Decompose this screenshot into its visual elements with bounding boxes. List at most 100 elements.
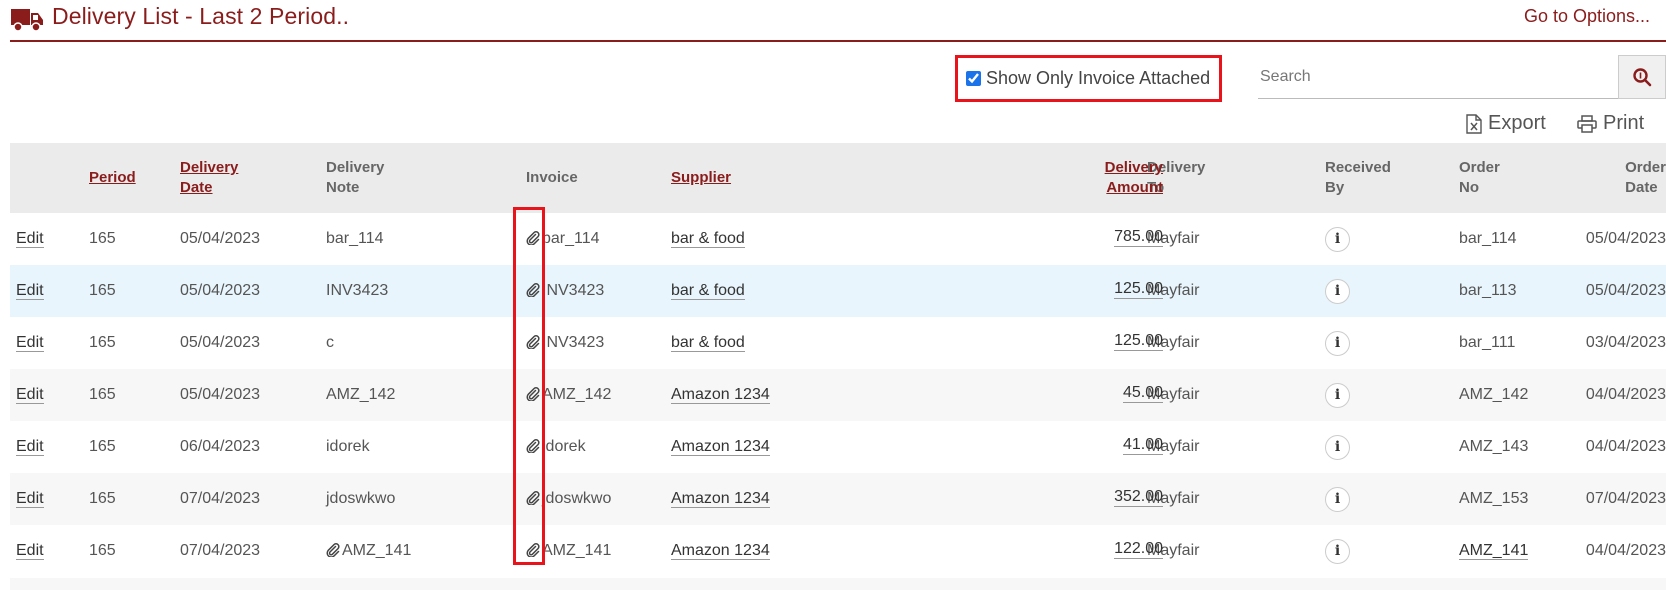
- invoice-cell[interactable]: idorek: [542, 438, 586, 455]
- info-icon[interactable]: i: [1325, 278, 1350, 304]
- invoice-cell[interactable]: AMZ_141: [542, 542, 611, 559]
- col-period-label[interactable]: Period: [89, 169, 136, 186]
- delivery-date-cell: 07/04/2023: [180, 542, 261, 559]
- col-supplier-label[interactable]: Supplier: [671, 169, 731, 186]
- supplier-link[interactable]: bar & food: [671, 230, 745, 248]
- delivery-amount-link[interactable]: 125.00: [1114, 332, 1163, 351]
- table-row[interactable]: Edit 165 05/04/2023 c INV3423 bar & food 125.0…: [10, 317, 1666, 369]
- delivery-amount-link[interactable]: 125.00: [1114, 280, 1163, 299]
- order-date-cell: 05/04/2023: [1585, 282, 1666, 299]
- delivery-amount-link[interactable]: 41.00: [1122, 436, 1163, 455]
- invoice-cell[interactable]: bar_114: [542, 230, 600, 247]
- export-label: Export: [1488, 112, 1546, 134]
- invoice-cell[interactable]: INV3423: [542, 282, 604, 299]
- order-no-cell: bar_113: [1459, 282, 1517, 299]
- edit-link[interactable]: Edit: [16, 386, 44, 404]
- supplier-link[interactable]: Amazon 1234: [671, 438, 770, 456]
- show-only-invoice-label[interactable]: Show Only Invoice Attached: [986, 68, 1210, 89]
- print-label: Print: [1603, 112, 1645, 134]
- table-row[interactable]: Edit 165 07/04/2023 AMZ_141 AMZ_141 Amazon 12…: [10, 525, 1666, 577]
- supplier-link[interactable]: Amazon 1234: [671, 542, 770, 560]
- info-icon[interactable]: i: [1325, 486, 1350, 512]
- delivery-date-cell: 05/04/2023: [180, 230, 261, 247]
- col-order-no-and-date: Order No Order Date: [1459, 143, 1666, 213]
- print-button[interactable]: Print: [1577, 112, 1644, 135]
- col-order-no-label-1: Order: [1459, 159, 1500, 176]
- delivery-amount-link[interactable]: 122.00: [1114, 540, 1163, 559]
- supplier-link[interactable]: bar & food: [671, 282, 745, 300]
- order-no-cell[interactable]: AMZ_141: [1459, 542, 1529, 560]
- delivery-note-cell: bar_114: [326, 230, 384, 247]
- edit-link[interactable]: Edit: [16, 542, 44, 560]
- edit-link[interactable]: Edit: [16, 282, 44, 300]
- export-button[interactable]: Export: [1466, 112, 1546, 135]
- delivery-date-cell: 05/04/2023: [180, 282, 261, 299]
- table-next-row-partial: [10, 578, 1666, 590]
- table-row[interactable]: Edit 165 06/04/2023 idorek idorek Amazon 1234…: [10, 421, 1666, 473]
- col-delivery-amount[interactable]: Delivery Amount: [971, 143, 1163, 213]
- period-cell: 165: [89, 334, 116, 351]
- order-no-cell: bar_111: [1459, 334, 1516, 351]
- search-input[interactable]: [1258, 55, 1618, 99]
- col-received-by-label-2: By: [1325, 179, 1345, 196]
- paperclip-icon: [526, 283, 540, 297]
- col-delivery-note-label-2: Note: [326, 179, 360, 196]
- delivery-date-cell: 07/04/2023: [180, 490, 261, 507]
- paperclip-icon: [526, 387, 540, 401]
- col-delivery-date-label-1[interactable]: Delivery: [180, 159, 238, 176]
- search-button[interactable]: [1618, 55, 1666, 99]
- table-row[interactable]: Edit 165 05/04/2023 INV3423 INV3423 bar & foo…: [10, 265, 1666, 317]
- edit-link[interactable]: Edit: [16, 490, 44, 508]
- col-delivery-amount-label-2[interactable]: Amount: [1106, 179, 1163, 196]
- delivery-note-cell: jdoswkwo: [326, 490, 396, 507]
- invoice-cell[interactable]: jdoswkwo: [542, 490, 611, 507]
- col-delivery-to: Delivery To: [1147, 143, 1280, 213]
- order-no-cell: AMZ_153: [1459, 490, 1529, 507]
- edit-link[interactable]: Edit: [16, 230, 44, 248]
- period-cell: 165: [89, 230, 116, 247]
- edit-link[interactable]: Edit: [16, 438, 44, 456]
- paperclip-icon: [526, 543, 540, 557]
- col-delivery-note: Delivery Note: [326, 143, 526, 213]
- period-cell: 165: [89, 282, 116, 299]
- info-icon[interactable]: i: [1325, 538, 1350, 564]
- supplier-link[interactable]: Amazon 1234: [671, 490, 770, 508]
- period-cell: 165: [89, 490, 116, 507]
- supplier-link[interactable]: bar & food: [671, 334, 745, 352]
- order-date-cell: 05/04/2023: [1585, 230, 1666, 247]
- order-date-cell: 04/04/2023: [1585, 386, 1666, 403]
- delivery-amount-link[interactable]: 45.00: [1122, 384, 1163, 403]
- go-to-options-link[interactable]: Go to Options...: [1524, 6, 1650, 27]
- delivery-amount-link[interactable]: 352.00: [1114, 488, 1163, 507]
- col-received-by-label-1: Received: [1325, 159, 1391, 176]
- search-bar: [1258, 55, 1666, 99]
- invoice-cell[interactable]: INV3423: [542, 334, 604, 351]
- truck-icon: [11, 9, 43, 32]
- col-period[interactable]: Period: [89, 143, 180, 213]
- table-row[interactable]: Edit 165 05/04/2023 bar_114 bar_114 bar & foo…: [10, 213, 1666, 265]
- col-delivery-date-label-2[interactable]: Date: [180, 179, 213, 196]
- info-icon[interactable]: i: [1325, 382, 1350, 408]
- table-row[interactable]: Edit 165 07/04/2023 jdoswkwo jdoswkwo Amazon …: [10, 473, 1666, 525]
- info-icon[interactable]: i: [1325, 434, 1350, 460]
- excel-export-icon: [1466, 113, 1482, 134]
- info-icon[interactable]: i: [1325, 330, 1350, 356]
- show-only-invoice-checkbox[interactable]: [966, 71, 981, 86]
- col-order-no-label-2: No: [1459, 179, 1479, 196]
- col-supplier[interactable]: Supplier: [671, 143, 961, 213]
- order-date-cell: 07/04/2023: [1585, 490, 1666, 507]
- delivery-date-cell: 05/04/2023: [180, 386, 261, 403]
- col-delivery-date[interactable]: Delivery Date: [180, 143, 326, 213]
- col-spacer: [961, 143, 971, 213]
- delivery-note-cell: AMZ_141: [342, 542, 412, 559]
- edit-link[interactable]: Edit: [16, 334, 44, 352]
- table-row[interactable]: Edit 165 05/04/2023 AMZ_142 AMZ_142 Amazon 12…: [10, 369, 1666, 421]
- invoice-cell[interactable]: AMZ_142: [542, 386, 611, 403]
- supplier-link[interactable]: Amazon 1234: [671, 386, 770, 404]
- info-icon[interactable]: i: [1325, 226, 1350, 252]
- invoice-filter: Show Only Invoice Attached: [955, 55, 1222, 102]
- delivery-amount-link[interactable]: 785.00: [1114, 228, 1163, 247]
- col-order-date-label-2: Date: [1625, 179, 1658, 196]
- col-delivery-amount-label-1[interactable]: Delivery: [1105, 159, 1163, 176]
- delivery-table: Period Delivery Date Delivery Note Invoice…: [10, 143, 1666, 577]
